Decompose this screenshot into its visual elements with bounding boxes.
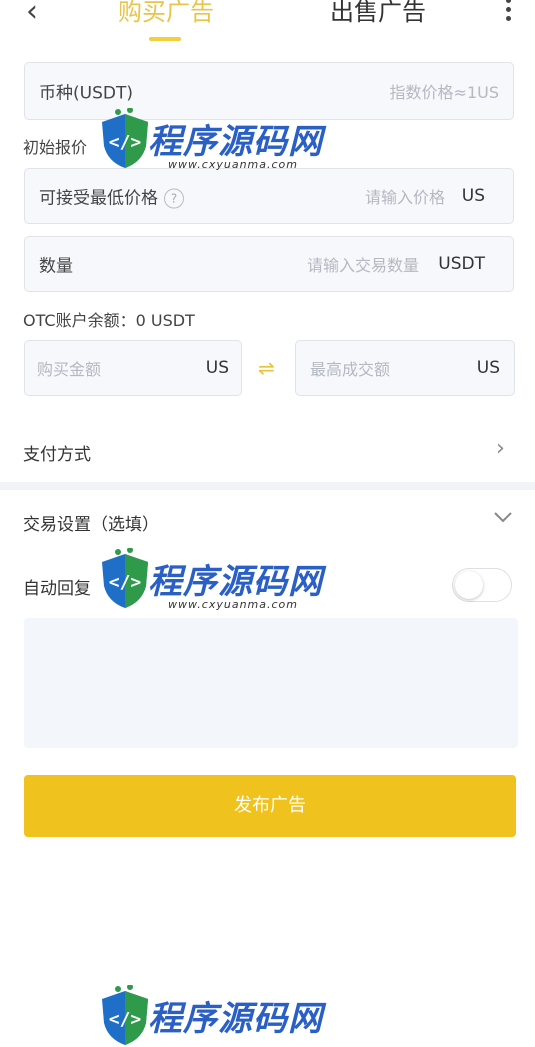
- watermark-url: www.cxyuanma.com: [168, 158, 298, 171]
- active-tab-indicator: [149, 37, 181, 41]
- code-shield-logo: </>: [102, 985, 148, 1045]
- watermark-text: 程序源码网: [148, 122, 323, 162]
- max-amount-input[interactable]: 最高成交额: [310, 356, 390, 380]
- section-divider: [0, 482, 535, 490]
- code-shield-logo: </>: [102, 548, 148, 608]
- auto-reply-label: 自动回复: [23, 579, 91, 599]
- buy-amount-unit: US: [205, 358, 229, 378]
- tab-buy-ad[interactable]: 购买广告: [118, 0, 214, 27]
- chevron-right-icon[interactable]: ›: [496, 436, 505, 461]
- quantity-label: 数量: [39, 256, 73, 277]
- buy-amount-input[interactable]: 购买金额: [37, 356, 101, 380]
- min-price-label: 可接受最低价格?: [39, 184, 184, 209]
- otc-balance: OTC账户余额：0 USDT: [23, 311, 195, 330]
- auto-reply-textarea[interactable]: [24, 618, 518, 748]
- min-price-unit: US: [461, 186, 485, 206]
- payment-method-label[interactable]: 支付方式: [23, 440, 91, 465]
- tab-sell-ad[interactable]: 出售广告: [330, 0, 426, 27]
- code-shield-logo: </>: [102, 108, 148, 168]
- top-bar: ‹ 购买广告 出售广告: [0, 0, 535, 50]
- back-icon[interactable]: ‹: [26, 0, 38, 29]
- quantity-field[interactable]: 数量 请输入交易数量 USDT: [24, 236, 514, 292]
- auto-reply-toggle[interactable]: [452, 568, 512, 602]
- swap-arrows-icon: ⇌: [258, 356, 275, 380]
- more-vertical-icon[interactable]: [506, 0, 512, 25]
- chevron-down-icon[interactable]: [492, 507, 514, 527]
- max-amount-unit: US: [476, 358, 500, 378]
- initial-quote-label: 初始报价: [23, 138, 88, 157]
- trade-settings-label[interactable]: 交易设置（选填）: [23, 510, 159, 535]
- svg-text:</>: </>: [109, 1009, 142, 1030]
- svg-text:</>: </>: [109, 132, 142, 153]
- watermark-text: 程序源码网: [148, 562, 323, 602]
- currency-label: 币种(USDT): [39, 83, 133, 104]
- question-icon[interactable]: ?: [164, 188, 184, 209]
- svg-text:</>: </>: [109, 572, 142, 593]
- min-price-input[interactable]: 请输入价格: [365, 184, 445, 208]
- buy-amount-field[interactable]: 购买金额 US: [24, 340, 242, 396]
- min-price-field[interactable]: 可接受最低价格? 请输入价格 US: [24, 168, 514, 224]
- quantity-unit: USDT: [438, 254, 485, 274]
- toggle-knob: [455, 571, 483, 599]
- watermark-url: www.cxyuanma.com: [168, 598, 298, 611]
- watermark-text: 程序源码网: [148, 999, 323, 1039]
- quantity-input[interactable]: 请输入交易数量: [307, 252, 419, 276]
- publish-ad-button[interactable]: 发布广告: [24, 775, 516, 837]
- index-price: 指数价格≈1US: [389, 83, 499, 102]
- max-amount-field[interactable]: 最高成交额 US: [295, 340, 515, 396]
